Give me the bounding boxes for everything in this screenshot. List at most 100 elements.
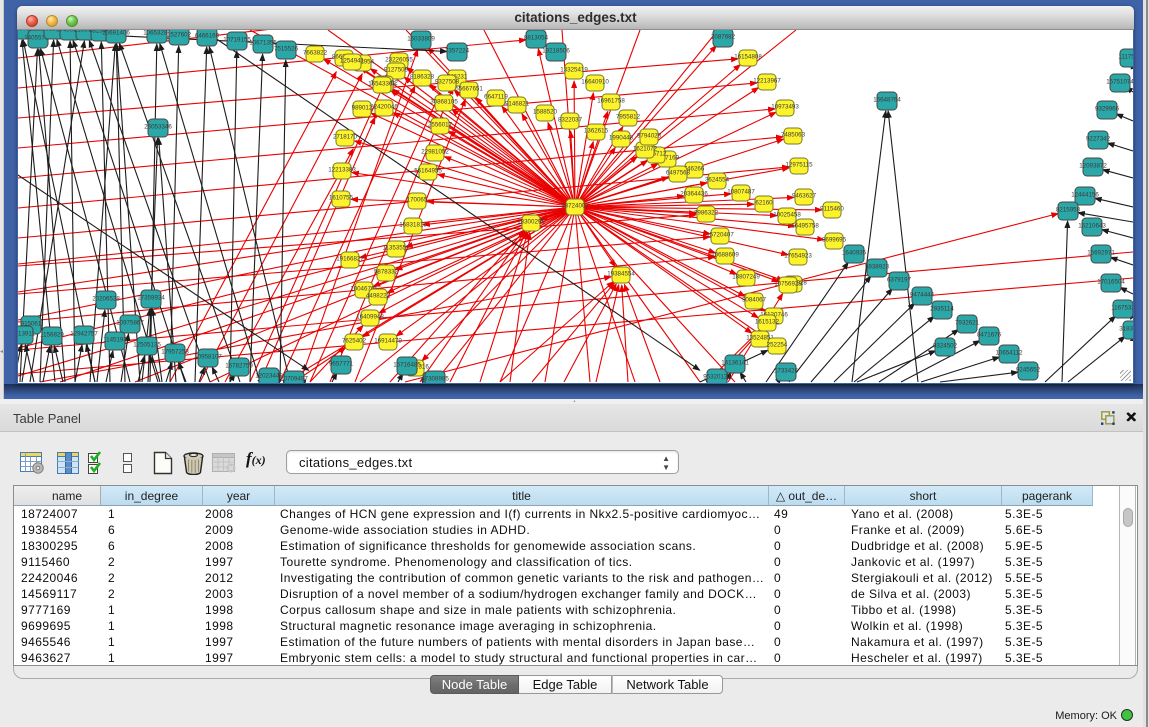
svg-text:7357224: 7357224 [445,48,470,55]
svg-text:15720407: 15720407 [706,232,734,239]
svg-text:2556017: 2556017 [428,122,453,129]
svg-text:19218506: 19218506 [542,48,570,55]
svg-text:1610755: 1610755 [329,195,354,202]
svg-text:1362615: 1362615 [584,128,609,135]
svg-text:2935114: 2935114 [930,306,954,313]
svg-text:17957253: 17957253 [161,349,189,356]
svg-text:16640910: 16640910 [581,79,609,86]
svg-text:20206528: 20206528 [92,296,120,303]
svg-text:18807249: 18807249 [732,274,760,281]
svg-text:17654923: 17654923 [784,253,812,260]
svg-text:7515526: 7515526 [274,46,299,53]
svg-text:19384554: 19384554 [607,271,635,278]
svg-text:1588520: 1588520 [533,109,558,116]
svg-text:17359924: 17359924 [137,295,165,302]
svg-text:12213967: 12213967 [753,78,781,85]
svg-text:6497568: 6497568 [666,170,691,177]
svg-text:15692971: 15692971 [1087,250,1115,257]
svg-text:8186328: 8186328 [410,74,435,81]
svg-text:15716485: 15716485 [393,362,421,369]
svg-text:6466160: 6466160 [195,33,220,40]
svg-text:16648764: 16648764 [873,97,901,104]
svg-text:6379197: 6379197 [887,277,912,284]
svg-text:170065: 170065 [407,197,428,204]
svg-text:5938923: 5938923 [865,264,890,271]
svg-text:9794028: 9794028 [637,133,662,140]
svg-text:16961758: 16961758 [597,98,625,105]
svg-text:31831063: 31831063 [1119,326,1133,333]
svg-text:16154808: 16154808 [734,54,762,61]
svg-text:1117564: 1117564 [1118,54,1133,61]
svg-text:7663822: 7663822 [303,50,328,57]
svg-text:8813054: 8813054 [524,35,549,42]
svg-text:10958107: 10958107 [194,354,222,361]
svg-text:9324502: 9324502 [933,343,958,350]
svg-text:47308985: 47308985 [421,376,449,383]
svg-text:1640935: 1640935 [842,250,867,257]
svg-text:22981052: 22981052 [421,149,449,156]
svg-text:7955812: 7955812 [616,114,641,121]
svg-text:20364436: 20364436 [680,191,708,198]
svg-text:95320121: 95320121 [703,374,731,381]
svg-text:12023448: 12023448 [255,373,283,380]
svg-text:9084067: 9084067 [742,297,767,304]
svg-text:9463627: 9463627 [792,193,817,200]
svg-text:12975115: 12975115 [785,162,813,169]
svg-text:4498222: 4498222 [366,293,391,300]
svg-text:9327508: 9327508 [435,79,460,86]
svg-text:1733426: 1733426 [774,368,799,375]
svg-text:8215958: 8215958 [1056,207,1081,214]
svg-text:1621072: 1621072 [633,146,658,153]
svg-text:1167533: 1167533 [1111,305,1133,312]
svg-text:989012: 989012 [352,105,373,112]
svg-text:22420046: 22420046 [370,104,398,111]
svg-text:1156829: 1156829 [40,332,64,339]
svg-text:16914479: 16914479 [374,338,402,345]
svg-text:12942757: 12942757 [70,331,98,338]
svg-text:20691406: 20691406 [102,30,130,37]
svg-text:15751074: 15751074 [1106,79,1133,86]
svg-text:56164955: 56164955 [414,168,442,175]
svg-text:7932621: 7932621 [955,320,980,327]
svg-text:17016504: 17016504 [1097,279,1125,286]
svg-text:16210643: 16210643 [1078,223,1106,230]
svg-text:1990448: 1990448 [609,135,634,142]
svg-text:7986322: 7986322 [694,210,719,217]
svg-text:62160: 62160 [755,200,773,207]
svg-text:9245652: 9245652 [1016,367,1041,374]
svg-text:10975867: 10975867 [116,320,144,327]
svg-text:19166827: 19166827 [336,256,364,263]
svg-text:9227342: 9227342 [1086,136,1111,143]
svg-text:55667651: 55667651 [455,86,483,93]
svg-text:16782759: 16782759 [225,363,253,370]
svg-text:12505135: 12505135 [133,342,161,349]
svg-text:10719155: 10719155 [223,37,251,44]
svg-text:7485063: 7485063 [781,132,806,139]
svg-text:12093872: 12093872 [1079,163,1107,170]
svg-text:15831819: 15831819 [399,222,427,229]
svg-text:9146821: 9146821 [505,101,530,108]
svg-text:10756928: 10756928 [774,281,802,288]
svg-text:26053346: 26053346 [144,124,172,131]
svg-text:18724007: 18724007 [561,203,589,210]
svg-text:8322037: 8322037 [558,117,583,124]
svg-text:1254941: 1254941 [340,58,365,65]
svg-text:1615132: 1615132 [755,319,780,326]
svg-text:20709497: 20709497 [280,376,308,383]
svg-text:8471676: 8471676 [977,332,1002,339]
svg-text:5878332: 5878332 [374,269,399,276]
svg-text:2087682: 2087682 [711,34,736,41]
svg-text:11353559: 11353559 [382,245,410,252]
svg-text:12444156: 12444156 [1071,192,1099,199]
svg-text:16409948: 16409948 [356,314,384,321]
svg-text:2718170: 2718170 [333,134,358,141]
svg-text:16543362: 16543362 [368,81,396,88]
svg-text:9657771: 9657771 [329,361,354,368]
svg-text:10654112: 10654112 [995,350,1023,357]
svg-text:16495758: 16495758 [791,223,819,230]
svg-text:16033809: 16033809 [407,36,435,43]
svg-text:10807487: 10807487 [727,189,755,196]
svg-text:1527602: 1527602 [167,32,192,39]
svg-text:6647119: 6647119 [484,94,508,101]
svg-text:14136141: 14136141 [721,360,749,367]
